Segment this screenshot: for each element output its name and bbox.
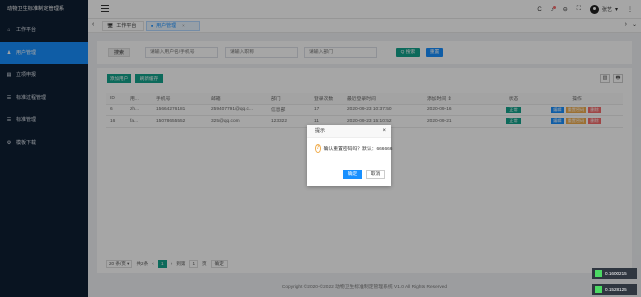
indicator-icon — [595, 286, 602, 293]
dialog-title: 提示 × — [307, 125, 391, 138]
confirm-dialog: 提示 × ? 确认重置密码吗？默认：666666 确定 取消 — [307, 125, 393, 186]
question-icon: ? — [315, 144, 321, 153]
indicator-icon — [595, 270, 602, 277]
metric-badge: 0.1600215 — [592, 268, 637, 279]
metric-badge: 0.1528125 — [592, 284, 637, 295]
dialog-body: ? 确认重置密码吗？默认：666666 — [307, 138, 393, 153]
cancel-button[interactable]: 取消 — [366, 170, 385, 179]
close-icon[interactable]: × — [382, 125, 386, 138]
confirm-button[interactable]: 确定 — [343, 170, 362, 179]
dialog-buttons: 确定 取消 — [343, 170, 385, 179]
dialog-message: 确认重置密码吗？默认：666666 — [323, 147, 393, 152]
